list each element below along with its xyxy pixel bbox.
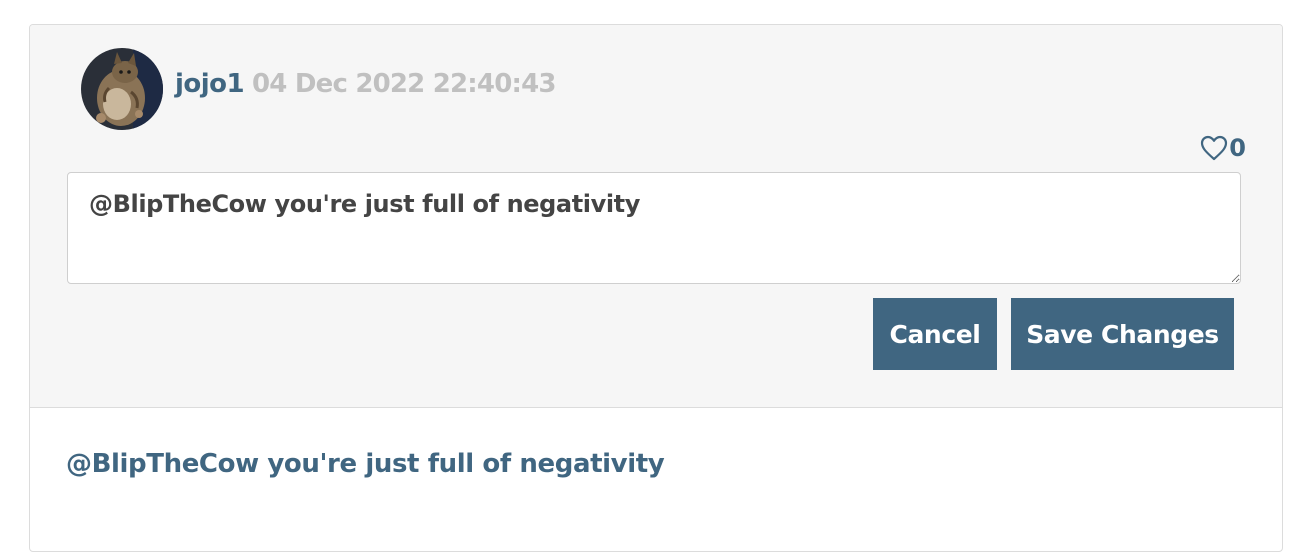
save-changes-button[interactable]: Save Changes <box>1011 298 1234 370</box>
cancel-button[interactable]: Cancel <box>873 298 997 370</box>
comment-author[interactable]: jojo1 <box>175 69 245 99</box>
like-count: 0 <box>1229 134 1246 162</box>
avatar[interactable] <box>81 48 163 130</box>
comment-edit-textarea[interactable]: @BlipTheCow you're just full of negativi… <box>67 172 1241 284</box>
like-button[interactable]: 0 <box>1200 134 1246 162</box>
comment-timestamp: 04 Dec 2022 22:40:43 <box>252 69 556 99</box>
comment-body-text: @BlipTheCow you're just full of negativi… <box>66 449 665 479</box>
heart-outline-icon[interactable] <box>1200 135 1228 161</box>
cat-avatar-image <box>81 48 163 130</box>
comment-card: jojo1 04 Dec 2022 22:40:43 0 @BlipTheCow… <box>29 24 1283 552</box>
comment-edit-panel: jojo1 04 Dec 2022 22:40:43 0 @BlipTheCow… <box>30 25 1282 408</box>
